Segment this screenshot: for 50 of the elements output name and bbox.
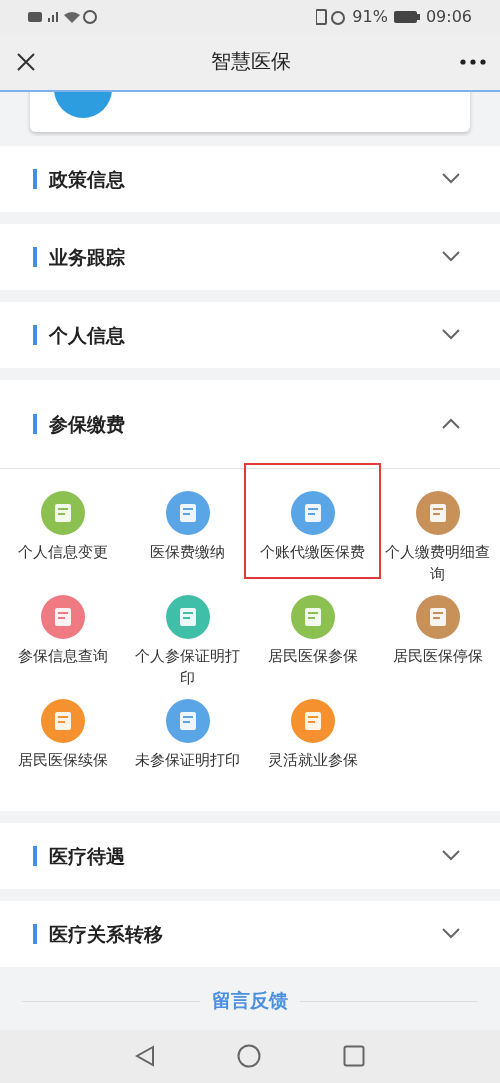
section-title: 个人信息 <box>33 324 125 345</box>
chevron-icon <box>442 251 460 263</box>
service-label: 未参保证明打印 <box>135 749 240 771</box>
section-title: 业务跟踪 <box>33 246 125 267</box>
chevron-icon <box>442 928 460 940</box>
service-item[interactable]: 个人信息变更 <box>17 490 108 587</box>
chevron-icon <box>442 850 460 862</box>
section-header[interactable]: 个人信息 <box>0 301 500 368</box>
service-label: 居民医保参保 <box>267 645 358 667</box>
service-item[interactable]: 个人参保证明打印 <box>132 594 243 691</box>
more-icon[interactable] <box>460 58 486 65</box>
service-label: 居民医保停保 <box>392 645 483 667</box>
service-item[interactable]: 居民医保停保 <box>392 594 483 691</box>
battery-icon <box>393 10 420 23</box>
service-label: 个账代缴医保费 <box>260 541 365 563</box>
service-item[interactable]: 个账代缴医保费 <box>260 490 365 587</box>
service-item[interactable]: 参保信息查询 <box>17 594 108 691</box>
section-header[interactable]: 业务跟踪 <box>0 223 500 290</box>
page-title: 智慧医保 <box>210 48 292 76</box>
recents-icon[interactable] <box>343 1045 365 1068</box>
section-header[interactable]: 参保缴费 <box>0 379 500 469</box>
section-title: 医疗待遇 <box>33 845 125 866</box>
section-title: 医疗关系转移 <box>33 923 163 944</box>
service-item[interactable]: 医保费缴纳 <box>150 490 225 587</box>
signal-icon <box>28 8 98 25</box>
service-label: 个人缴费明细查询 <box>384 541 491 585</box>
clock-time: 09:06 <box>425 7 472 27</box>
chevron-icon <box>442 173 460 185</box>
section-header[interactable]: 医疗待遇 <box>0 822 500 889</box>
service-item[interactable]: 居民医保续保 <box>17 698 108 795</box>
service-item[interactable]: 灵活就业参保 <box>267 698 358 795</box>
service-item[interactable]: 未参保证明打印 <box>135 698 240 795</box>
service-item[interactable]: 个人缴费明细查询 <box>382 490 493 587</box>
section-header[interactable]: 政策信息 <box>0 145 500 212</box>
service-label: 医保费缴纳 <box>150 541 225 563</box>
section-title: 参保缴费 <box>33 413 125 434</box>
section-header[interactable]: 医疗关系转移 <box>0 900 500 967</box>
service-label: 居民医保续保 <box>17 749 108 771</box>
service-label: 个人信息变更 <box>17 541 108 563</box>
back-icon[interactable] <box>135 1045 155 1068</box>
close-icon[interactable] <box>16 51 36 72</box>
service-label: 参保信息查询 <box>17 645 108 667</box>
battery-percent: 91% <box>352 7 388 27</box>
service-label: 灵活就业参保 <box>267 749 358 771</box>
chevron-icon <box>442 418 460 430</box>
home-icon[interactable] <box>237 1044 261 1069</box>
chevron-icon <box>442 329 460 341</box>
service-label: 个人参保证明打印 <box>134 645 241 689</box>
section-title: 政策信息 <box>33 168 125 189</box>
service-item[interactable]: 居民医保参保 <box>267 594 358 691</box>
